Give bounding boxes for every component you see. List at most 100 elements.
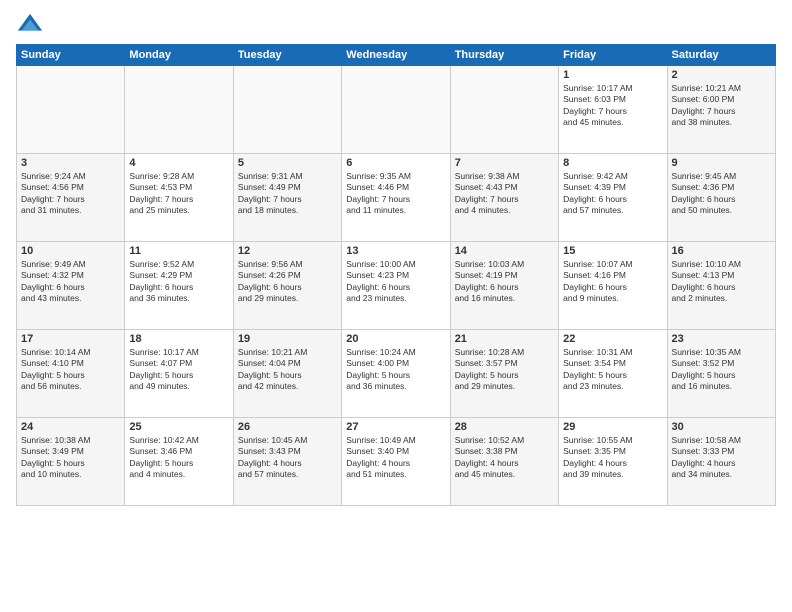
calendar-body: 1Sunrise: 10:17 AMSunset: 6:03 PMDayligh…	[17, 66, 776, 506]
calendar-cell: 10Sunrise: 9:49 AMSunset: 4:32 PMDayligh…	[17, 242, 125, 330]
calendar-cell: 24 Sunrise: 10:38 AMSunset: 3:49 PMDaylig…	[17, 418, 125, 506]
calendar-cell: 28 Sunrise: 10:52 AMSunset: 3:38 PMDaylig…	[450, 418, 558, 506]
calendar-cell: 8Sunrise: 9:42 AMSunset: 4:39 PMDaylight…	[559, 154, 667, 242]
calendar-cell: 11Sunrise: 9:52 AMSunset: 4:29 PMDayligh…	[125, 242, 233, 330]
calendar-cell: 1Sunrise: 10:17 AMSunset: 6:03 PMDayligh…	[559, 66, 667, 154]
calendar-cell: 7 Sunrise: 9:38 AMSunset: 4:43 PMDaylight…	[450, 154, 558, 242]
calendar-cell: 26 Sunrise: 10:45 AMSunset: 3:43 PMDaylig…	[233, 418, 341, 506]
day-info: Sunrise: 9:52 AMSunset: 4:29 PMDaylight:…	[129, 259, 228, 305]
day-number: 22	[563, 333, 662, 345]
day-number: 28	[455, 421, 554, 433]
calendar-cell: 17Sunrise: 10:14 AMSunset: 4:10 PMDaylig…	[17, 330, 125, 418]
day-number: 9	[672, 157, 771, 169]
day-info: Sunrise: 9:28 AMSunset: 4:53 PMDaylight:…	[129, 171, 228, 217]
day-number: 27	[346, 421, 445, 433]
day-number: 15	[563, 245, 662, 257]
calendar-cell: 19 Sunrise: 10:21 AMSunset: 4:04 PMDaylig…	[233, 330, 341, 418]
day-number: 26	[238, 421, 337, 433]
day-number: 25	[129, 421, 228, 433]
week-row-4: 17Sunrise: 10:14 AMSunset: 4:10 PMDaylig…	[17, 330, 776, 418]
day-info: Sunrise: 10:21 AMSunset: 6:00 PMDaylight…	[672, 83, 771, 129]
header	[16, 12, 776, 40]
day-info: Sunrise: 10:24 AMSunset: 4:00 PMDaylight…	[346, 347, 445, 393]
day-number: 19	[238, 333, 337, 345]
day-info: Sunrise: 10:28 AMSunset: 3:57 PMDaylight…	[455, 347, 554, 393]
calendar-cell: 3 Sunrise: 9:24 AMSunset: 4:56 PMDaylight…	[17, 154, 125, 242]
day-info: Sunrise: 10:49 AMSunset: 3:40 PMDaylight…	[346, 435, 445, 481]
day-info: Sunrise: 10:42 AMSunset: 3:46 PMDaylight…	[129, 435, 228, 481]
day-number: 29	[563, 421, 662, 433]
day-info: Sunrise: 10:55 AMSunset: 3:35 PMDaylight…	[563, 435, 662, 481]
weekday-header-friday: Friday	[559, 45, 667, 66]
day-info: Sunrise: 10:10 AMSunset: 4:13 PMDaylight…	[672, 259, 771, 305]
calendar-cell: 20 Sunrise: 10:24 AMSunset: 4:00 PMDaylig…	[342, 330, 450, 418]
day-number: 6	[346, 157, 445, 169]
calendar-cell: 5 Sunrise: 9:31 AMSunset: 4:49 PMDaylight…	[233, 154, 341, 242]
page: SundayMondayTuesdayWednesdayThursdayFrid…	[0, 0, 792, 612]
day-info: Sunrise: 9:35 AMSunset: 4:46 PMDaylight:…	[346, 171, 445, 217]
calendar-cell	[17, 66, 125, 154]
week-row-3: 10Sunrise: 9:49 AMSunset: 4:32 PMDayligh…	[17, 242, 776, 330]
calendar-cell: 30 Sunrise: 10:58 AMSunset: 3:33 PMDaylig…	[667, 418, 775, 506]
day-number: 3	[21, 157, 120, 169]
day-info: Sunrise: 10:45 AMSunset: 3:43 PMDaylight…	[238, 435, 337, 481]
day-info: Sunrise: 10:38 AMSunset: 3:49 PMDaylight…	[21, 435, 120, 481]
calendar-cell: 23Sunrise: 10:35 AMSunset: 3:52 PMDaylig…	[667, 330, 775, 418]
calendar-cell: 12Sunrise: 9:56 AMSunset: 4:26 PMDayligh…	[233, 242, 341, 330]
day-info: Sunrise: 10:07 AMSunset: 4:16 PMDaylight…	[563, 259, 662, 305]
weekday-header-wednesday: Wednesday	[342, 45, 450, 66]
day-info: Sunrise: 10:52 AMSunset: 3:38 PMDaylight…	[455, 435, 554, 481]
day-info: Sunrise: 9:38 AMSunset: 4:43 PMDaylight:…	[455, 171, 554, 217]
day-info: Sunrise: 9:49 AMSunset: 4:32 PMDaylight:…	[21, 259, 120, 305]
day-info: Sunrise: 9:31 AMSunset: 4:49 PMDaylight:…	[238, 171, 337, 217]
weekday-header-thursday: Thursday	[450, 45, 558, 66]
day-number: 5	[238, 157, 337, 169]
calendar-cell: 9Sunrise: 9:45 AMSunset: 4:36 PMDaylight…	[667, 154, 775, 242]
day-number: 30	[672, 421, 771, 433]
calendar-cell: 2 Sunrise: 10:21 AMSunset: 6:00 PMDayligh…	[667, 66, 775, 154]
day-number: 4	[129, 157, 228, 169]
calendar-cell: 13Sunrise: 10:00 AMSunset: 4:23 PMDaylig…	[342, 242, 450, 330]
day-info: Sunrise: 10:58 AMSunset: 3:33 PMDaylight…	[672, 435, 771, 481]
calendar-cell	[233, 66, 341, 154]
day-info: Sunrise: 10:17 AMSunset: 4:07 PMDaylight…	[129, 347, 228, 393]
day-info: Sunrise: 10:31 AMSunset: 3:54 PMDaylight…	[563, 347, 662, 393]
logo-icon	[16, 12, 44, 40]
day-info: Sunrise: 10:21 AMSunset: 4:04 PMDaylight…	[238, 347, 337, 393]
day-number: 23	[672, 333, 771, 345]
weekday-header-saturday: Saturday	[667, 45, 775, 66]
week-row-5: 24 Sunrise: 10:38 AMSunset: 3:49 PMDaylig…	[17, 418, 776, 506]
calendar-cell	[342, 66, 450, 154]
weekday-header-monday: Monday	[125, 45, 233, 66]
calendar-cell: 27 Sunrise: 10:49 AMSunset: 3:40 PMDaylig…	[342, 418, 450, 506]
calendar-cell: 4 Sunrise: 9:28 AMSunset: 4:53 PMDaylight…	[125, 154, 233, 242]
calendar-cell	[450, 66, 558, 154]
calendar-cell: 22 Sunrise: 10:31 AMSunset: 3:54 PMDaylig…	[559, 330, 667, 418]
calendar-cell: 29 Sunrise: 10:55 AMSunset: 3:35 PMDaylig…	[559, 418, 667, 506]
week-row-2: 3 Sunrise: 9:24 AMSunset: 4:56 PMDaylight…	[17, 154, 776, 242]
calendar-cell: 6 Sunrise: 9:35 AMSunset: 4:46 PMDaylight…	[342, 154, 450, 242]
day-number: 8	[563, 157, 662, 169]
calendar-cell: 18 Sunrise: 10:17 AMSunset: 4:07 PMDaylig…	[125, 330, 233, 418]
day-number: 14	[455, 245, 554, 257]
day-info: Sunrise: 10:17 AMSunset: 6:03 PMDaylight…	[563, 83, 662, 129]
day-number: 12	[238, 245, 337, 257]
day-info: Sunrise: 10:00 AMSunset: 4:23 PMDaylight…	[346, 259, 445, 305]
day-number: 7	[455, 157, 554, 169]
day-number: 18	[129, 333, 228, 345]
day-number: 20	[346, 333, 445, 345]
calendar-header: SundayMondayTuesdayWednesdayThursdayFrid…	[17, 45, 776, 66]
day-number: 24	[21, 421, 120, 433]
weekday-header-tuesday: Tuesday	[233, 45, 341, 66]
day-number: 21	[455, 333, 554, 345]
day-number: 2	[672, 69, 771, 81]
day-number: 16	[672, 245, 771, 257]
calendar-cell: 14Sunrise: 10:03 AMSunset: 4:19 PMDaylig…	[450, 242, 558, 330]
day-info: Sunrise: 10:14 AMSunset: 4:10 PMDaylight…	[21, 347, 120, 393]
logo	[16, 12, 46, 40]
calendar: SundayMondayTuesdayWednesdayThursdayFrid…	[16, 44, 776, 506]
calendar-cell: 16 Sunrise: 10:10 AMSunset: 4:13 PMDaylig…	[667, 242, 775, 330]
calendar-cell: 25 Sunrise: 10:42 AMSunset: 3:46 PMDaylig…	[125, 418, 233, 506]
day-info: Sunrise: 9:24 AMSunset: 4:56 PMDaylight:…	[21, 171, 120, 217]
weekday-row: SundayMondayTuesdayWednesdayThursdayFrid…	[17, 45, 776, 66]
